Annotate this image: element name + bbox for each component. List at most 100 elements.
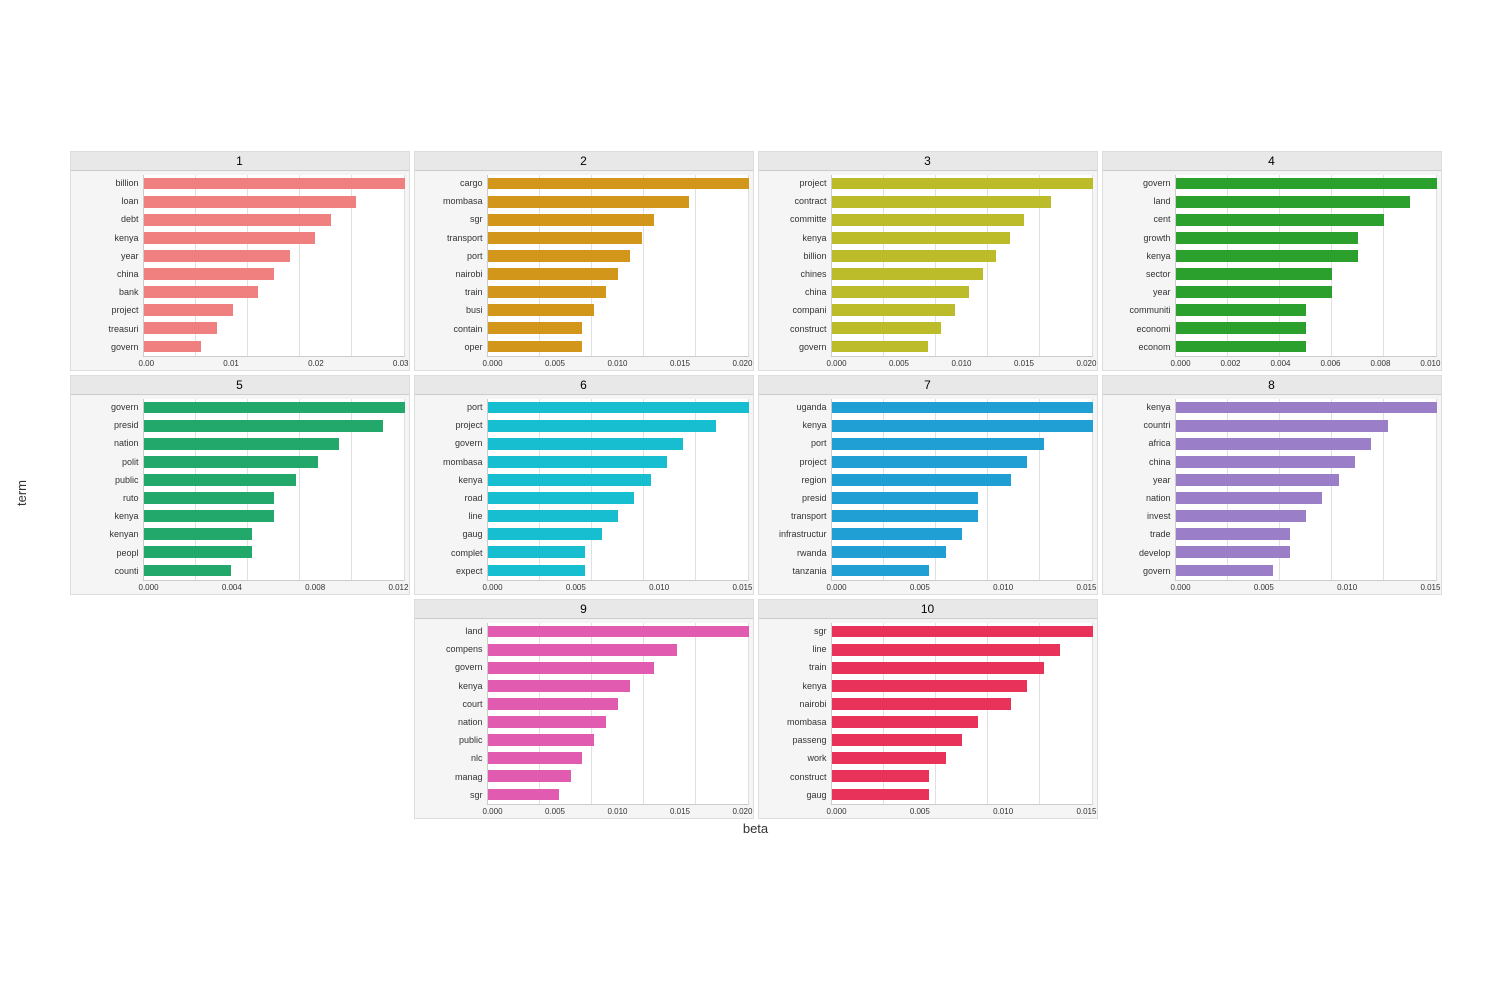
y-label: economi [1136,325,1170,334]
bar-row [832,731,1093,749]
panel-6: 6portprojectgovernmombasakenyaroadlinega… [414,375,754,595]
bar [488,178,749,190]
bar-row [832,749,1093,767]
y-label: project [799,458,826,467]
bar-row [144,417,405,435]
bar-row [1176,283,1437,301]
bar [488,546,586,558]
bar [144,492,275,504]
bar-row [488,731,749,749]
bar [1176,474,1339,486]
x-tick-label: 0.005 [545,359,565,368]
panel-title-1: 1 [71,152,409,171]
y-label: region [801,476,826,485]
bar [488,268,619,280]
bar [144,438,340,450]
y-label: kenya [1146,403,1170,412]
bar-row [1176,399,1437,417]
y-label: sector [1146,270,1171,279]
bar-row [832,713,1093,731]
y-label: year [1153,476,1171,485]
bar-row [144,561,405,579]
y-label: nairobi [799,700,826,709]
x-axis-labels: 0.0000.0050.0100.015 [759,581,1097,594]
y-label: govern [111,343,139,352]
bar [1176,250,1359,262]
bar [488,304,595,316]
y-label: transport [791,512,827,521]
bar-row [1176,435,1437,453]
bar [832,734,963,746]
bar [1176,492,1323,504]
y-label: passeng [792,736,826,745]
bar [144,196,356,208]
bar-row [832,623,1093,641]
bar [1176,438,1372,450]
x-tick-label: 0.008 [305,583,325,592]
bar [1176,341,1307,353]
panel-title-4: 4 [1103,152,1441,171]
y-label: court [462,700,482,709]
bar-row [832,677,1093,695]
x-tick-label: 0.000 [827,583,847,592]
bar-row [144,247,405,265]
y-label: port [467,403,483,412]
bar-row [144,471,405,489]
x-axis-labels: 0.0000.0020.0040.0060.0080.010 [1103,357,1441,370]
chart-row-1: 5governpresidnationpolitpublicrutokenyak… [33,375,1478,595]
x-tick-label: 0.005 [910,583,930,592]
x-tick-label: 0.000 [1171,359,1191,368]
bar [1176,528,1290,540]
bar [832,196,1052,208]
bar [1176,178,1437,190]
y-label: govern [1143,179,1171,188]
y-label: nation [114,439,139,448]
bar-row [488,337,749,355]
bar-row [832,301,1093,319]
y-label: transport [447,234,483,243]
y-label: cent [1153,215,1170,224]
bar [488,680,630,692]
y-label: chines [800,270,826,279]
y-label: complet [451,549,483,558]
y-axis-label: term [10,151,33,836]
y-label: project [799,179,826,188]
bar-row [832,489,1093,507]
bar [488,510,619,522]
x-axis-labels: 0.0000.0040.0080.012 [71,581,409,594]
y-label: committe [790,215,827,224]
bar [488,716,607,728]
y-label: govern [455,439,483,448]
bar [488,438,684,450]
x-tick-label: 0.015 [732,583,752,592]
x-tick-label: 0.000 [483,583,503,592]
bar-row [144,507,405,525]
panel-title-7: 7 [759,376,1097,395]
bar [144,268,275,280]
x-tick-label: 0.000 [827,359,847,368]
x-tick-label: 0.000 [139,583,159,592]
bar-row [488,749,749,767]
bar [144,510,275,522]
y-label: china [1149,458,1171,467]
y-label: contract [794,197,826,206]
x-tick-label: 0.004 [1270,359,1290,368]
x-axis-labels: 0.0000.0050.0100.0150.020 [415,357,753,370]
bar [488,752,583,764]
x-tick-label: 0.010 [951,359,971,368]
y-label: land [465,627,482,636]
x-tick-label: 0.000 [483,807,503,816]
x-tick-label: 0.02 [308,359,324,368]
y-label: bank [119,288,139,297]
bar-row [488,175,749,193]
x-tick-label: 0.010 [993,583,1013,592]
bar-row [144,319,405,337]
bar-row [488,229,749,247]
bar [832,232,1011,244]
bar [488,734,595,746]
bar [1176,546,1290,558]
bar-row [832,695,1093,713]
bar [1176,402,1437,414]
y-label: govern [1143,567,1171,576]
x-tick-label: 0.015 [670,807,690,816]
